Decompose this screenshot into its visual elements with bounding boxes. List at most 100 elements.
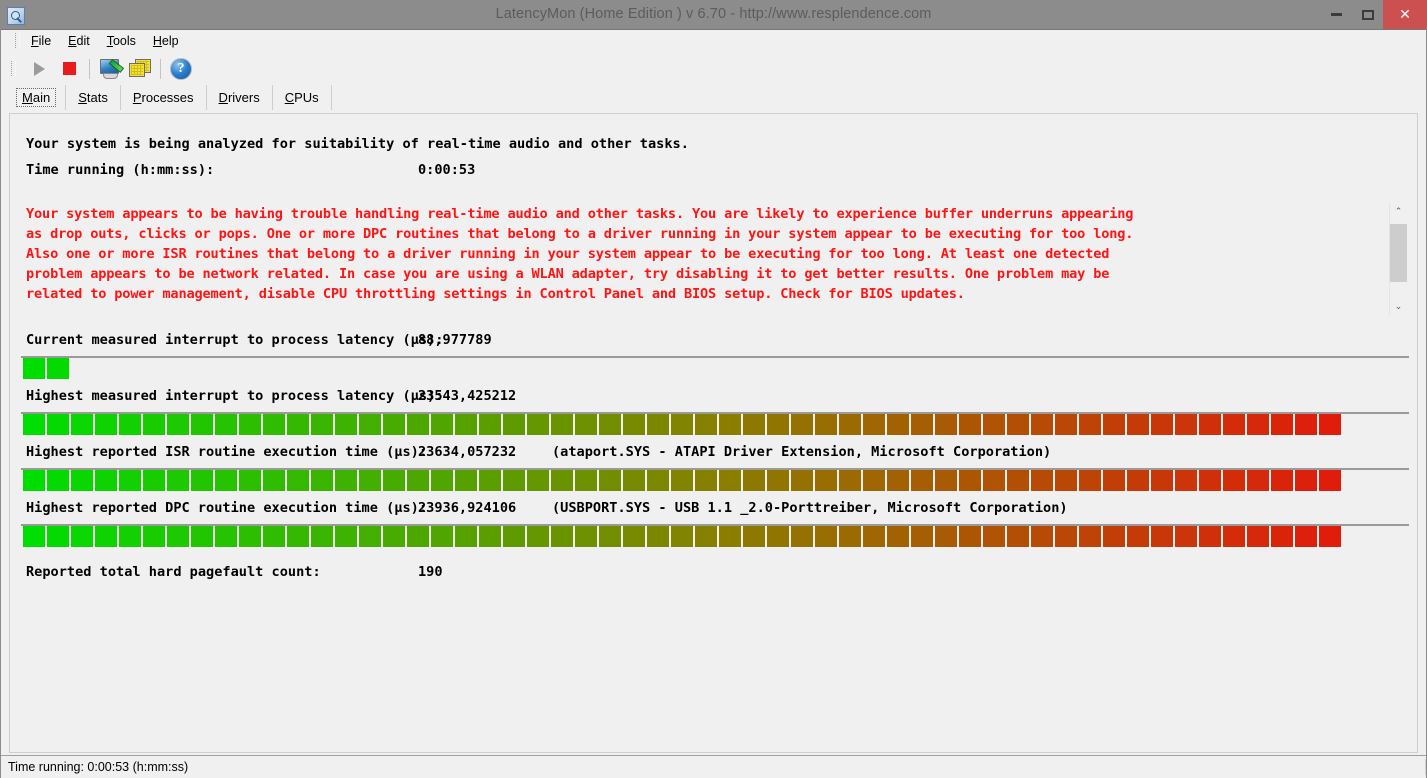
help-button[interactable]: ? — [166, 55, 196, 83]
stop-monitoring-button[interactable] — [54, 55, 84, 83]
tab-main[interactable]: Main — [7, 85, 67, 110]
scroll-down-icon[interactable]: ⌄ — [1390, 298, 1407, 315]
client-area: File Edit Tools Help ? Main Stats Proces… — [1, 29, 1426, 778]
bar-segment — [71, 526, 93, 547]
bar-segment — [551, 414, 573, 435]
tab-processes-accel: P — [132, 90, 142, 105]
bar-segment — [1079, 470, 1101, 491]
menu-grip — [15, 33, 20, 48]
bar-segment — [863, 414, 885, 435]
bar-segment — [551, 526, 573, 547]
metric-row-isr: Highest reported ISR routine execution t… — [10, 441, 1417, 463]
bar-segment — [167, 526, 189, 547]
bar-segment — [623, 470, 645, 491]
bar-segment — [455, 414, 477, 435]
bar-segment — [1007, 526, 1029, 547]
bar-segment — [1007, 414, 1029, 435]
bar-segment — [479, 470, 501, 491]
warning-line-5: related to power management, disable CPU… — [26, 286, 965, 302]
title-bar[interactable]: LatencyMon (Home Edition ) v 6.70 - http… — [0, 0, 1427, 29]
bar-segment — [1247, 414, 1269, 435]
bar-segment — [815, 414, 837, 435]
menu-label-help: elp — [161, 33, 179, 48]
bar-segment — [167, 470, 189, 491]
minimize-icon — [1331, 13, 1342, 16]
maximize-button[interactable] — [1352, 0, 1383, 29]
bar-segment — [95, 526, 117, 547]
scroll-up-icon[interactable]: ⌃ — [1390, 203, 1407, 220]
bar-segment — [983, 526, 1005, 547]
bar-segment — [1319, 414, 1341, 435]
status-bar-separator — [1425, 759, 1426, 775]
bar-segment — [935, 470, 957, 491]
menu-item-help[interactable]: Help — [145, 32, 188, 50]
bar-segment — [431, 414, 453, 435]
bar-segment — [983, 414, 1005, 435]
metric-value-isr: 23634,057232 — [418, 444, 517, 460]
bar-segment — [575, 526, 597, 547]
metric-row-dpc: Highest reported DPC routine execution t… — [10, 497, 1417, 519]
bar-segment — [767, 414, 789, 435]
play-icon — [33, 61, 45, 76]
bar-segment — [695, 414, 717, 435]
menu-item-tools[interactable]: Tools — [99, 32, 145, 50]
report-button[interactable] — [95, 55, 125, 83]
toolbar-separator-1 — [89, 58, 90, 79]
tab-stats-accel: S — [78, 90, 87, 105]
close-button[interactable]: ✕ — [1383, 0, 1427, 29]
menu-label-tools: ools — [112, 33, 136, 48]
warning-line-3: Also one or more ISR routines that belon… — [26, 246, 1110, 262]
bar-segment — [407, 526, 429, 547]
minimize-button[interactable] — [1321, 0, 1352, 29]
bar-segment — [95, 414, 117, 435]
bar-segment — [311, 414, 333, 435]
tab-stats[interactable]: Stats — [66, 85, 121, 110]
bar-segment — [383, 470, 405, 491]
bar-segment — [1103, 526, 1125, 547]
scrollbar-track[interactable] — [1390, 220, 1407, 298]
tab-processes[interactable]: Processes — [121, 85, 207, 110]
bar-segment — [815, 470, 837, 491]
bar-segment — [191, 470, 213, 491]
bar-segment — [767, 526, 789, 547]
bar-segment — [1127, 414, 1149, 435]
time-running-value: 0:00:53 — [418, 162, 476, 178]
tab-drivers-text: rivers — [227, 90, 260, 105]
warning-scrollbar[interactable]: ⌃ ⌄ — [1389, 203, 1407, 315]
menu-label-edit: dit — [76, 33, 90, 48]
tab-drivers-label: Drivers — [219, 90, 260, 105]
bar-segments-isr — [23, 470, 1341, 491]
bar-segment — [575, 414, 597, 435]
tab-drivers[interactable]: Drivers — [207, 85, 273, 110]
bar-segment — [527, 470, 549, 491]
bar-segment — [239, 470, 261, 491]
menu-item-edit[interactable]: Edit — [60, 32, 99, 50]
bar-segment — [935, 526, 957, 547]
bar-segment — [407, 414, 429, 435]
metric-bar-dpc — [21, 524, 1409, 547]
bar-segment — [1199, 526, 1221, 547]
bar-segment — [695, 470, 717, 491]
bar-segment — [1223, 470, 1245, 491]
scrollbar-thumb[interactable] — [1390, 224, 1407, 282]
bar-segment — [1007, 470, 1029, 491]
bar-segment — [623, 414, 645, 435]
metric-label-isr: Highest reported ISR routine execution t… — [26, 444, 428, 460]
bar-segment — [455, 470, 477, 491]
latencymon-window: LatencyMon (Home Edition ) v 6.70 - http… — [0, 0, 1427, 778]
bar-segment — [791, 470, 813, 491]
bar-segment — [119, 470, 141, 491]
bar-segment — [623, 526, 645, 547]
bar-segments-current-latency — [23, 358, 69, 379]
start-monitoring-button[interactable] — [24, 55, 54, 83]
bar-segment — [839, 470, 861, 491]
metric-bar-highest-latency — [21, 412, 1409, 435]
warning-text-box[interactable]: Your system appears to be having trouble… — [20, 203, 1385, 315]
metric-driver-isr: (ataport.SYS - ATAPI Driver Extension, M… — [552, 444, 1052, 460]
tab-cpus[interactable]: CPUs — [273, 85, 332, 110]
bar-segment — [23, 526, 45, 547]
copy-button[interactable] — [125, 55, 155, 83]
tab-strip: Main Stats Processes Drivers CPUs — [1, 85, 1426, 110]
menu-item-file[interactable]: File — [23, 32, 60, 50]
bar-segment — [1271, 470, 1293, 491]
